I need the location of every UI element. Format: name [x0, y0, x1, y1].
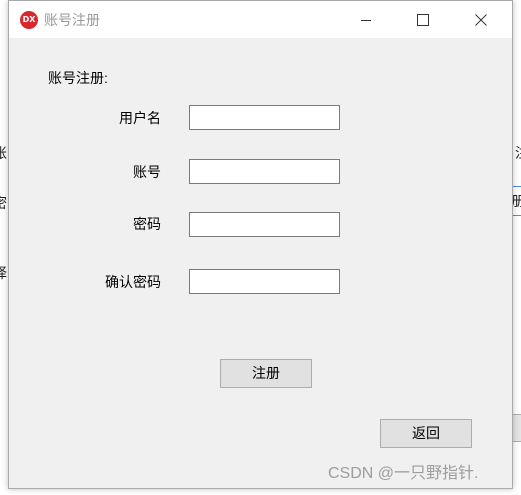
background-text-fragment: 密 — [0, 195, 7, 211]
maximize-button[interactable] — [400, 1, 446, 38]
confirm-password-input[interactable] — [189, 269, 340, 294]
register-dialog: DX 账号注册 账号注册: 用户名 账号 密码 确认密码 注册 返回 — [8, 0, 513, 489]
app-logo-icon: DX — [20, 11, 38, 29]
section-heading: 账号注册: — [48, 70, 108, 86]
back-button[interactable]: 返回 — [380, 419, 472, 448]
account-input[interactable] — [189, 159, 340, 184]
title-bar[interactable]: DX 账号注册 — [9, 1, 512, 38]
screen: 账 密 译 注 册 DX 账号注册 — [0, 0, 521, 495]
background-input-fragment: 册 — [511, 186, 521, 216]
minimize-icon — [361, 19, 371, 21]
window-title: 账号注册 — [44, 12, 100, 28]
password-input[interactable] — [189, 212, 340, 237]
close-icon — [475, 13, 487, 26]
password-label: 密码 — [133, 216, 161, 232]
username-label: 用户名 — [119, 110, 161, 126]
background-text-fragment: 账 — [0, 145, 7, 161]
account-label: 账号 — [133, 164, 161, 180]
minimize-button[interactable] — [343, 1, 389, 38]
close-button[interactable] — [458, 1, 504, 38]
username-input[interactable] — [189, 105, 340, 130]
maximize-icon — [417, 13, 429, 26]
confirm-password-label: 确认密码 — [105, 274, 161, 290]
register-button[interactable]: 注册 — [220, 359, 312, 388]
background-button-fragment — [512, 414, 521, 442]
watermark: CSDN @一只野指针. — [328, 465, 479, 482]
background-text-fragment: 注 — [515, 145, 521, 161]
background-text-fragment: 译 — [0, 265, 7, 281]
